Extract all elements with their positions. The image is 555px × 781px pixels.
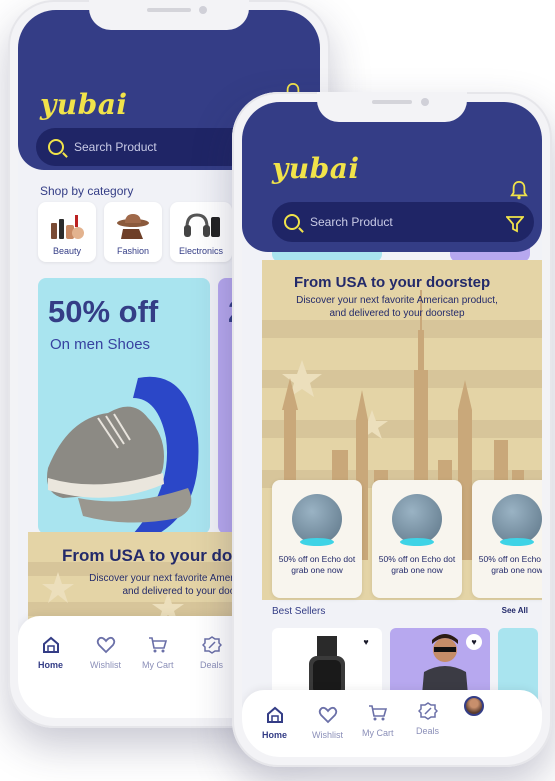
tab-wishlist[interactable]: Wishlist	[312, 706, 343, 740]
category-label: Electronics	[178, 246, 223, 256]
search-input[interactable]: Search Product	[272, 202, 534, 242]
echo-dot-image	[392, 494, 442, 546]
categories-title: Shop by category	[40, 184, 134, 198]
category-label: Fashion	[116, 246, 150, 256]
wishlist-heart-icon[interactable]: ♥	[466, 634, 482, 650]
tab-label: My Cart	[142, 660, 174, 670]
fashion-hat-image	[117, 214, 149, 239]
avatar	[464, 696, 484, 716]
tab-deals[interactable]: Deals	[200, 636, 223, 670]
showcase: yubai Search Product Shop by category Be…	[0, 0, 555, 781]
promo-banner[interactable]: 50% off On men Shoes	[38, 278, 210, 534]
usa-banner-title: From USA to your doorstep	[294, 274, 491, 291]
discount-icon	[201, 636, 222, 654]
search-placeholder: Search Product	[74, 140, 157, 154]
tab-label: Wishlist	[312, 730, 343, 740]
echo-dot-image	[292, 494, 342, 546]
tab-profile[interactable]	[464, 696, 484, 722]
home-icon	[42, 636, 59, 653]
tab-label: Home	[262, 730, 288, 740]
deal-label: 50% off on Echo dot grab one now	[278, 554, 356, 575]
search-icon	[284, 214, 300, 230]
tab-cart[interactable]: My Cart	[362, 704, 394, 738]
notch	[317, 92, 467, 122]
heart-icon	[318, 706, 337, 724]
deal-card[interactable]: 50% off on Echo dot grab one now	[372, 480, 462, 598]
shoe-image	[47, 376, 199, 534]
echo-dot-image	[492, 494, 542, 546]
cart-icon	[148, 637, 167, 653]
tab-deals[interactable]: Deals	[416, 702, 439, 736]
category-electronics[interactable]: Electronics	[170, 202, 232, 262]
tab-cart[interactable]: My Cart	[142, 636, 174, 670]
notch	[89, 0, 249, 30]
tab-home[interactable]: Home	[38, 636, 63, 670]
deal-card[interactable]: 50% off on Echo dot grab one now	[472, 480, 542, 598]
tab-wishlist[interactable]: Wishlist	[90, 636, 121, 670]
bottom-tab-bar: Home Wishlist My Cart Deals	[242, 690, 542, 757]
tab-label: Wishlist	[90, 660, 121, 670]
tab-label: Home	[38, 660, 64, 670]
tab-label: My Cart	[362, 728, 394, 738]
category-list: Beauty Fashion Electronics	[38, 202, 232, 262]
tab-label: Deals	[416, 726, 440, 736]
phone-right-screen: yubai Search Product From USA to your do…	[242, 102, 542, 757]
category-label: Beauty	[52, 246, 82, 256]
electronics-image	[184, 213, 220, 237]
heart-icon	[96, 636, 115, 654]
deal-label: 50% off on Echo dot grab one now	[378, 554, 456, 575]
yubai-logo: yubai	[40, 88, 128, 121]
promo-subline: On men Shoes	[50, 336, 151, 353]
promo-headline: 50% off	[48, 294, 159, 329]
search-icon	[48, 139, 64, 155]
wishlist-heart-icon[interactable]: ♥	[358, 634, 374, 650]
phone-right: yubai Search Product From USA to your do…	[232, 92, 552, 767]
see-all-link[interactable]: See All	[502, 606, 528, 615]
deal-card[interactable]: 50% off on Echo dot grab one now	[272, 480, 362, 598]
search-placeholder: Search Product	[310, 215, 393, 229]
bell-icon[interactable]	[510, 180, 528, 200]
best-sellers-title: Best Sellers	[272, 606, 326, 617]
beauty-products-image	[51, 215, 84, 239]
discount-icon	[417, 702, 438, 720]
home-icon	[266, 706, 283, 723]
category-beauty[interactable]: Beauty	[38, 202, 96, 262]
deal-label: 50% off on Echo dot grab one now	[478, 554, 542, 575]
category-fashion[interactable]: Fashion	[104, 202, 162, 262]
cart-icon	[368, 705, 387, 721]
tab-home[interactable]: Home	[262, 706, 287, 740]
filter-icon[interactable]	[506, 215, 524, 233]
tab-label: Deals	[200, 660, 224, 670]
app-header: yubai Search Product	[242, 102, 542, 252]
yubai-logo: yubai	[272, 152, 360, 185]
usa-banner-description: Discover your next favorite American pro…	[296, 295, 498, 319]
